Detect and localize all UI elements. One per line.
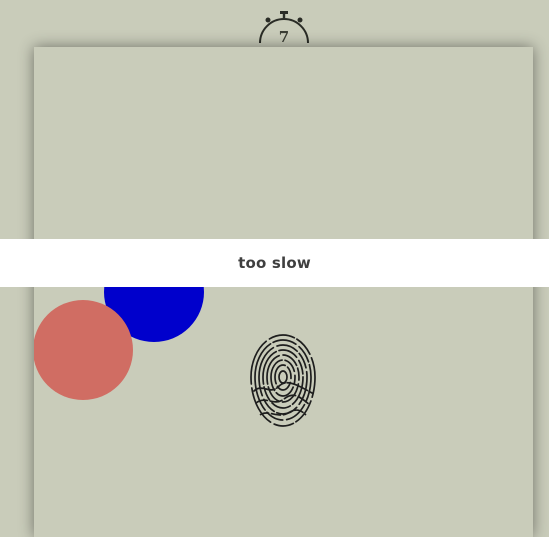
timer: 7 (256, 8, 312, 46)
result-banner: too slow (0, 239, 549, 287)
red-circle[interactable] (34, 300, 133, 400)
fingerprint-icon[interactable] (248, 329, 318, 429)
timer-value: 7 (278, 28, 290, 46)
result-message: too slow (238, 254, 311, 272)
game-board[interactable] (34, 47, 533, 537)
